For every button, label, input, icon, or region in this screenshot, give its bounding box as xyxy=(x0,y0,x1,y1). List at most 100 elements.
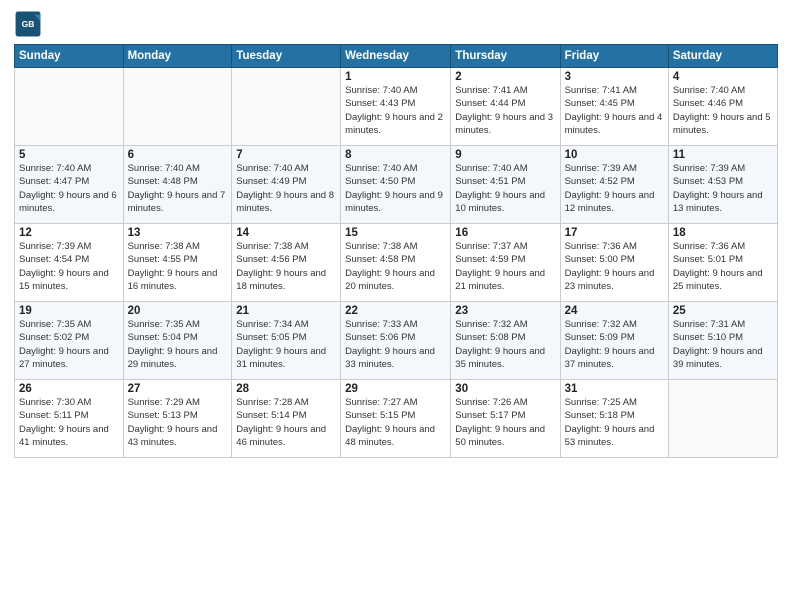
header: GB xyxy=(14,10,778,38)
day-info: Sunrise: 7:36 AM Sunset: 5:01 PM Dayligh… xyxy=(673,240,773,293)
calendar-cell: 3Sunrise: 7:41 AM Sunset: 4:45 PM Daylig… xyxy=(560,68,668,146)
day-info: Sunrise: 7:31 AM Sunset: 5:10 PM Dayligh… xyxy=(673,318,773,371)
calendar-cell: 31Sunrise: 7:25 AM Sunset: 5:18 PM Dayli… xyxy=(560,380,668,458)
calendar-cell: 12Sunrise: 7:39 AM Sunset: 4:54 PM Dayli… xyxy=(15,224,124,302)
day-number: 21 xyxy=(236,305,336,317)
day-info: Sunrise: 7:32 AM Sunset: 5:09 PM Dayligh… xyxy=(565,318,664,371)
day-info: Sunrise: 7:37 AM Sunset: 4:59 PM Dayligh… xyxy=(455,240,555,293)
calendar-cell: 30Sunrise: 7:26 AM Sunset: 5:17 PM Dayli… xyxy=(451,380,560,458)
calendar-cell: 8Sunrise: 7:40 AM Sunset: 4:50 PM Daylig… xyxy=(341,146,451,224)
day-info: Sunrise: 7:33 AM Sunset: 5:06 PM Dayligh… xyxy=(345,318,446,371)
day-number: 12 xyxy=(19,227,119,239)
day-number: 24 xyxy=(565,305,664,317)
day-info: Sunrise: 7:40 AM Sunset: 4:46 PM Dayligh… xyxy=(673,84,773,137)
day-info: Sunrise: 7:35 AM Sunset: 5:04 PM Dayligh… xyxy=(128,318,228,371)
day-number: 17 xyxy=(565,227,664,239)
page: GB SundayMondayTuesdayWednesdayThursdayF… xyxy=(0,0,792,612)
day-number: 27 xyxy=(128,383,228,395)
day-info: Sunrise: 7:41 AM Sunset: 4:45 PM Dayligh… xyxy=(565,84,664,137)
day-info: Sunrise: 7:25 AM Sunset: 5:18 PM Dayligh… xyxy=(565,396,664,449)
calendar-cell: 24Sunrise: 7:32 AM Sunset: 5:09 PM Dayli… xyxy=(560,302,668,380)
calendar-cell: 26Sunrise: 7:30 AM Sunset: 5:11 PM Dayli… xyxy=(15,380,124,458)
day-number: 16 xyxy=(455,227,555,239)
day-info: Sunrise: 7:26 AM Sunset: 5:17 PM Dayligh… xyxy=(455,396,555,449)
day-number: 7 xyxy=(236,149,336,161)
calendar-cell: 28Sunrise: 7:28 AM Sunset: 5:14 PM Dayli… xyxy=(232,380,341,458)
day-number: 10 xyxy=(565,149,664,161)
calendar-week-row: 1Sunrise: 7:40 AM Sunset: 4:43 PM Daylig… xyxy=(15,68,778,146)
day-info: Sunrise: 7:32 AM Sunset: 5:08 PM Dayligh… xyxy=(455,318,555,371)
calendar-cell: 18Sunrise: 7:36 AM Sunset: 5:01 PM Dayli… xyxy=(668,224,777,302)
calendar-cell: 16Sunrise: 7:37 AM Sunset: 4:59 PM Dayli… xyxy=(451,224,560,302)
calendar-cell: 19Sunrise: 7:35 AM Sunset: 5:02 PM Dayli… xyxy=(15,302,124,380)
calendar-cell: 9Sunrise: 7:40 AM Sunset: 4:51 PM Daylig… xyxy=(451,146,560,224)
day-number: 15 xyxy=(345,227,446,239)
day-info: Sunrise: 7:36 AM Sunset: 5:00 PM Dayligh… xyxy=(565,240,664,293)
calendar-cell: 4Sunrise: 7:40 AM Sunset: 4:46 PM Daylig… xyxy=(668,68,777,146)
calendar-cell: 2Sunrise: 7:41 AM Sunset: 4:44 PM Daylig… xyxy=(451,68,560,146)
calendar-table: SundayMondayTuesdayWednesdayThursdayFrid… xyxy=(14,44,778,458)
calendar-cell: 25Sunrise: 7:31 AM Sunset: 5:10 PM Dayli… xyxy=(668,302,777,380)
calendar-cell: 27Sunrise: 7:29 AM Sunset: 5:13 PM Dayli… xyxy=(123,380,232,458)
day-info: Sunrise: 7:38 AM Sunset: 4:56 PM Dayligh… xyxy=(236,240,336,293)
day-number: 8 xyxy=(345,149,446,161)
calendar-cell xyxy=(668,380,777,458)
weekday-header-monday: Monday xyxy=(123,45,232,68)
day-number: 5 xyxy=(19,149,119,161)
weekday-header-sunday: Sunday xyxy=(15,45,124,68)
day-number: 26 xyxy=(19,383,119,395)
day-number: 28 xyxy=(236,383,336,395)
svg-text:GB: GB xyxy=(22,19,35,29)
day-info: Sunrise: 7:39 AM Sunset: 4:52 PM Dayligh… xyxy=(565,162,664,215)
calendar-cell: 11Sunrise: 7:39 AM Sunset: 4:53 PM Dayli… xyxy=(668,146,777,224)
weekday-header-tuesday: Tuesday xyxy=(232,45,341,68)
calendar-cell: 14Sunrise: 7:38 AM Sunset: 4:56 PM Dayli… xyxy=(232,224,341,302)
calendar-cell: 6Sunrise: 7:40 AM Sunset: 4:48 PM Daylig… xyxy=(123,146,232,224)
calendar-cell: 23Sunrise: 7:32 AM Sunset: 5:08 PM Dayli… xyxy=(451,302,560,380)
calendar-cell xyxy=(232,68,341,146)
day-info: Sunrise: 7:38 AM Sunset: 4:55 PM Dayligh… xyxy=(128,240,228,293)
day-number: 23 xyxy=(455,305,555,317)
day-number: 9 xyxy=(455,149,555,161)
calendar-week-row: 26Sunrise: 7:30 AM Sunset: 5:11 PM Dayli… xyxy=(15,380,778,458)
day-number: 29 xyxy=(345,383,446,395)
day-number: 1 xyxy=(345,71,446,83)
calendar-week-row: 5Sunrise: 7:40 AM Sunset: 4:47 PM Daylig… xyxy=(15,146,778,224)
calendar-cell: 21Sunrise: 7:34 AM Sunset: 5:05 PM Dayli… xyxy=(232,302,341,380)
day-info: Sunrise: 7:34 AM Sunset: 5:05 PM Dayligh… xyxy=(236,318,336,371)
day-number: 6 xyxy=(128,149,228,161)
day-number: 13 xyxy=(128,227,228,239)
day-number: 14 xyxy=(236,227,336,239)
weekday-header-thursday: Thursday xyxy=(451,45,560,68)
weekday-header-friday: Friday xyxy=(560,45,668,68)
calendar-cell: 15Sunrise: 7:38 AM Sunset: 4:58 PM Dayli… xyxy=(341,224,451,302)
calendar-cell: 7Sunrise: 7:40 AM Sunset: 4:49 PM Daylig… xyxy=(232,146,341,224)
day-number: 30 xyxy=(455,383,555,395)
calendar-cell: 20Sunrise: 7:35 AM Sunset: 5:04 PM Dayli… xyxy=(123,302,232,380)
day-info: Sunrise: 7:30 AM Sunset: 5:11 PM Dayligh… xyxy=(19,396,119,449)
calendar-cell xyxy=(15,68,124,146)
day-info: Sunrise: 7:29 AM Sunset: 5:13 PM Dayligh… xyxy=(128,396,228,449)
day-info: Sunrise: 7:40 AM Sunset: 4:47 PM Dayligh… xyxy=(19,162,119,215)
day-info: Sunrise: 7:27 AM Sunset: 5:15 PM Dayligh… xyxy=(345,396,446,449)
weekday-header-saturday: Saturday xyxy=(668,45,777,68)
calendar-cell xyxy=(123,68,232,146)
weekday-header-row: SundayMondayTuesdayWednesdayThursdayFrid… xyxy=(15,45,778,68)
day-info: Sunrise: 7:41 AM Sunset: 4:44 PM Dayligh… xyxy=(455,84,555,137)
day-info: Sunrise: 7:40 AM Sunset: 4:50 PM Dayligh… xyxy=(345,162,446,215)
day-info: Sunrise: 7:39 AM Sunset: 4:53 PM Dayligh… xyxy=(673,162,773,215)
day-number: 31 xyxy=(565,383,664,395)
day-number: 22 xyxy=(345,305,446,317)
day-info: Sunrise: 7:40 AM Sunset: 4:48 PM Dayligh… xyxy=(128,162,228,215)
day-number: 3 xyxy=(565,71,664,83)
calendar-week-row: 12Sunrise: 7:39 AM Sunset: 4:54 PM Dayli… xyxy=(15,224,778,302)
day-number: 4 xyxy=(673,71,773,83)
calendar-cell: 22Sunrise: 7:33 AM Sunset: 5:06 PM Dayli… xyxy=(341,302,451,380)
day-info: Sunrise: 7:40 AM Sunset: 4:43 PM Dayligh… xyxy=(345,84,446,137)
calendar-cell: 13Sunrise: 7:38 AM Sunset: 4:55 PM Dayli… xyxy=(123,224,232,302)
calendar-cell: 10Sunrise: 7:39 AM Sunset: 4:52 PM Dayli… xyxy=(560,146,668,224)
calendar-cell: 1Sunrise: 7:40 AM Sunset: 4:43 PM Daylig… xyxy=(341,68,451,146)
weekday-header-wednesday: Wednesday xyxy=(341,45,451,68)
day-info: Sunrise: 7:28 AM Sunset: 5:14 PM Dayligh… xyxy=(236,396,336,449)
day-info: Sunrise: 7:40 AM Sunset: 4:49 PM Dayligh… xyxy=(236,162,336,215)
